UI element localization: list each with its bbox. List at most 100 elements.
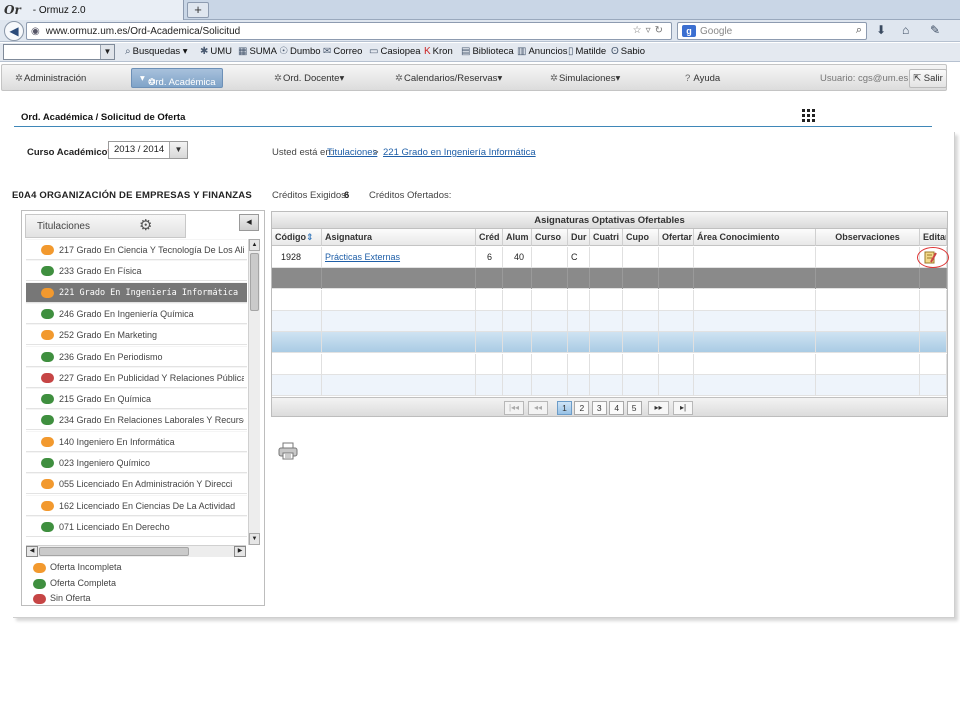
scroll-left-icon[interactable]: ◀ [26,546,38,557]
column-header[interactable]: Área Conocimiento [694,229,816,246]
scroll-down-icon[interactable]: ▼ [249,533,260,545]
column-header[interactable]: Cupo [623,229,659,246]
grid-icon: ▦ [238,46,248,57]
menu-simulaciones[interactable]: ✲Simulaciones▾ [550,73,620,84]
search-input[interactable]: g Google ⌕ [677,22,867,40]
table-row[interactable]: 1928 Prácticas Externas 6 40 C [272,247,947,268]
bookmark-correo[interactable]: ✉ Correo [323,46,362,57]
titulacion-item[interactable]: 236 Grado En Periodismo [26,345,247,367]
column-header[interactable]: Observaciones [816,229,920,246]
next-page-button[interactable]: ▸▸ [648,401,669,415]
page-button[interactable]: 5 [626,401,642,415]
home-icon[interactable]: ⌂ [902,23,909,37]
titulacion-item[interactable]: 252 Grado En Marketing [26,324,247,346]
column-header[interactable]: Dur [568,229,590,246]
asignatura-link[interactable]: Prácticas Externas [325,252,400,262]
chevron-down-icon[interactable]: ▼ [100,45,114,59]
scroll-right-icon[interactable]: ▶ [234,546,246,557]
column-header[interactable]: Cuatri [590,229,623,246]
download-icon[interactable]: ⬇ [876,23,886,37]
apps-grid-icon[interactable] [802,109,815,122]
tools-icon[interactable]: ✎ [930,23,940,37]
column-header[interactable]: Créd [476,229,503,246]
column-header[interactable]: Código⇕ [272,229,322,246]
titulacion-item[interactable]: 055 Licenciado En Administración Y Direc… [26,473,247,495]
printer-icon[interactable] [278,442,298,460]
table-cell: 1928 [272,247,322,268]
titulacion-item[interactable]: 233 Grado En Física [26,260,247,282]
titulacion-item[interactable]: 162 Licenciado En Ciencias De La Activid… [26,494,247,516]
horizontal-scrollbar[interactable]: ◀ ▶ [26,545,246,557]
page-button[interactable]: 2 [574,401,590,415]
table-cell [568,353,590,375]
bookmark-umu[interactable]: ✱ UMU [200,46,232,57]
titulacion-item[interactable]: 217 Grado En Ciencia Y Tecnología De Los… [26,239,247,260]
bookmark-busquedas[interactable]: ⌕ Busquedas ▾ [125,46,188,57]
new-tab-button[interactable]: + [187,2,209,18]
curso-select[interactable]: 2013 / 2014 ▼ [108,141,188,159]
titulacion-item[interactable]: 215 Grado En Química [26,388,247,410]
bookmark-kron[interactable]: K Kron [424,46,453,57]
table-cell [322,374,476,396]
gear-icon: ✱ [200,46,209,57]
back-arrow-icon[interactable]: ◀ [4,21,24,41]
bookmark-matilde[interactable]: ▯ Matilde [568,46,606,57]
titulacion-item[interactable]: 234 Grado En Relaciones Laborales Y Recu… [26,409,247,431]
titulacion-item[interactable]: 071 Licenciado En Derecho [26,515,247,537]
page-button[interactable]: 1 [557,401,572,415]
column-header[interactable]: Curso [532,229,568,246]
breadcrumb-titulaciones[interactable]: Titulaciones [327,147,377,158]
prev-page-button[interactable]: ◂◂ [528,401,548,415]
table-cell [532,332,568,354]
titulacion-label: 246 Grado En Ingeniería Química [59,308,194,319]
column-header[interactable]: Alum [503,229,532,246]
bookmark-biblioteca[interactable]: ▤ Biblioteca [461,46,514,57]
column-header[interactable]: Asignatura [322,229,476,246]
scroll-thumb[interactable] [39,547,189,556]
bookmarks-select[interactable]: ▼ [3,44,115,60]
address-bar[interactable]: ◉ www.ormuz.um.es/Ord-Academica/Solicitu… [26,22,672,40]
collapse-panel-button[interactable]: ◀ [239,214,259,231]
menu-administracion[interactable]: ✲Administración [15,73,86,84]
browser-tab[interactable]: Or - Ormuz 2.0 [0,0,184,20]
titulacion-label: 140 Ingeniero En Informática [59,436,175,447]
titulacion-item[interactable]: 227 Grado En Publicidad Y Relaciones Púb… [26,366,247,388]
table-cell [503,332,532,354]
titulacion-item[interactable]: 023 Ingeniero Químico [26,452,247,473]
menu-ord-docente[interactable]: ✲Ord. Docente▾ [274,73,344,84]
column-header[interactable]: Ofertar [659,229,694,246]
titulacion-label: 215 Grado En Química [59,394,152,405]
logout-button[interactable]: ⇱ Salir [909,69,947,88]
chevron-down-icon[interactable]: ▼ [169,142,187,158]
bookmark-casiopea[interactable]: ▭ Casiopea [369,46,421,57]
titulacion-item[interactable]: 221 Grado En Ingeniería Informática [26,281,247,303]
gear-icon[interactable]: ⚙ [139,218,152,234]
titulacion-label: 055 Licenciado En Administración Y Direc… [59,479,233,490]
bookmark-sabio[interactable]: ʘ Sabio [611,46,645,57]
bookmark-star-icon[interactable]: ☆▿↻ [633,25,667,36]
titulacion-item[interactable]: 246 Grado En Ingeniería Química [26,302,247,324]
first-page-button[interactable]: |◂◂ [504,401,524,415]
scroll-thumb[interactable] [250,253,259,311]
scroll-up-icon[interactable]: ▲ [249,239,260,251]
breadcrumb-current[interactable]: 221 Grado en Ingeniería Informática [383,147,536,158]
menu-ord-academica[interactable]: ✲ Ord. Académica ▾ [131,68,223,88]
menu-calendarios-reservas[interactable]: ✲Calendarios/Reservas▾ [395,73,502,84]
bookmark-suma[interactable]: ▦ SUMA [238,46,277,57]
titulacion-item[interactable]: 140 Ingeniero En Informática [26,430,247,452]
table-cell [568,374,590,396]
page-button[interactable]: 4 [609,401,625,415]
bookmark-dumbo[interactable]: ☉ Dumbo [279,46,321,57]
vertical-scrollbar[interactable]: ▲ ▼ [248,239,260,545]
last-page-button[interactable]: ▸| [673,401,693,415]
search-icon[interactable]: ⌕ [856,24,862,37]
window-icon: ▭ [369,46,379,57]
column-header[interactable]: Editar [920,229,947,246]
page-button[interactable]: 3 [591,401,607,415]
menu-ayuda[interactable]: ? Ayuda [685,73,720,84]
sort-icon[interactable]: ⇕ [306,232,314,242]
table-cell [532,247,568,268]
creditos-exigidos-value: 6 [344,190,350,201]
bookmark-anuncios[interactable]: ▥ Anuncios [517,46,568,57]
bookmarks-bar: ▼ ⌕ Busquedas ▾ ✱ UMU ▦ SUMA ☉ Dumbo ✉ Correo… [0,43,960,62]
